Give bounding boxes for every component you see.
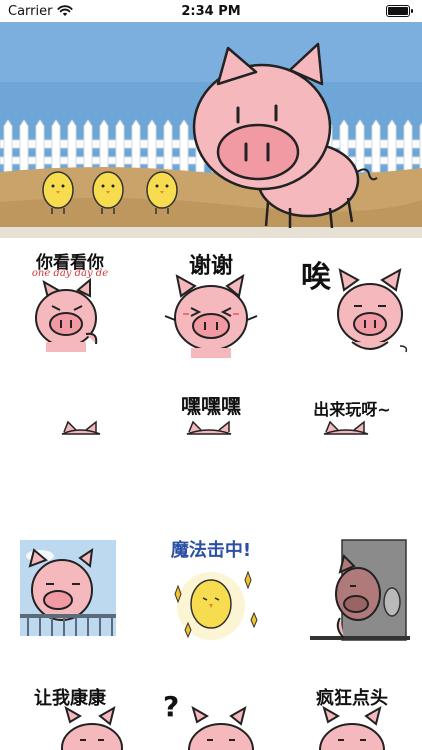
fence-picket <box>387 119 397 173</box>
sticker-cell[interactable] <box>0 510 140 650</box>
sticker-cell[interactable]: 魔法击中! <box>141 510 281 650</box>
pig-pointing-icon <box>35 277 98 352</box>
pig-peek-icon <box>61 420 101 435</box>
sticker-cell[interactable]: 嘿嘿嘿 <box>141 374 281 508</box>
fence-picket <box>131 119 141 173</box>
fence-picket <box>355 119 365 173</box>
pig-hehe-icon <box>186 420 232 435</box>
fence-picket <box>147 119 157 173</box>
sticker-cell[interactable]: 出来玩呀~ <box>282 374 422 508</box>
fence-picket <box>19 119 29 173</box>
fence-picket <box>403 119 413 173</box>
sticker-cell[interactable]: ? <box>141 668 281 750</box>
fence-picket <box>67 119 77 173</box>
banner-illustration <box>0 22 422 238</box>
pig-door-icon <box>310 539 410 641</box>
fence-picket <box>371 119 381 173</box>
fence-picket <box>99 119 109 173</box>
fence-picket <box>179 119 189 173</box>
pig-fence-icon <box>20 540 116 636</box>
fence-picket <box>3 119 13 173</box>
carrier-label: Carrier <box>8 3 53 19</box>
fence-picket <box>115 119 125 173</box>
pig-play-icon <box>323 420 369 435</box>
fence-picket <box>51 119 61 173</box>
banner-scene <box>0 22 422 238</box>
sticker-cell[interactable]: 让我康康 <box>0 668 140 750</box>
sticker-cell[interactable]: 疯狂点头 <box>282 668 422 750</box>
pig-sigh-icon <box>337 268 408 353</box>
fence-picket <box>163 119 173 173</box>
battery-fill <box>388 7 408 15</box>
fence-picket <box>83 119 93 173</box>
pig-nod-icon <box>319 705 385 750</box>
fence-picket <box>35 119 45 173</box>
chick-magic-icon <box>174 570 258 640</box>
status-right <box>386 5 413 17</box>
sticker-grid: 你看看你 one day day de 谢谢 唉 嘿嘿嘿 出来玩呀~ 魔法击中!… <box>0 238 422 750</box>
wifi-icon <box>57 5 74 16</box>
status-left: Carrier <box>8 3 74 19</box>
svg-text:?: ? <box>163 690 179 723</box>
sticker-cell[interactable]: 唉 <box>282 238 422 372</box>
sticker-cell[interactable] <box>0 374 140 508</box>
battery-icon <box>386 5 413 17</box>
status-bar: Carrier 2:34 PM <box>0 0 422 22</box>
sticker-cell[interactable] <box>282 510 422 650</box>
pig-look-icon <box>61 705 123 750</box>
sticker-cell[interactable]: 你看看你 one day day de <box>0 238 140 372</box>
pig-question-icon: ? <box>163 690 254 750</box>
